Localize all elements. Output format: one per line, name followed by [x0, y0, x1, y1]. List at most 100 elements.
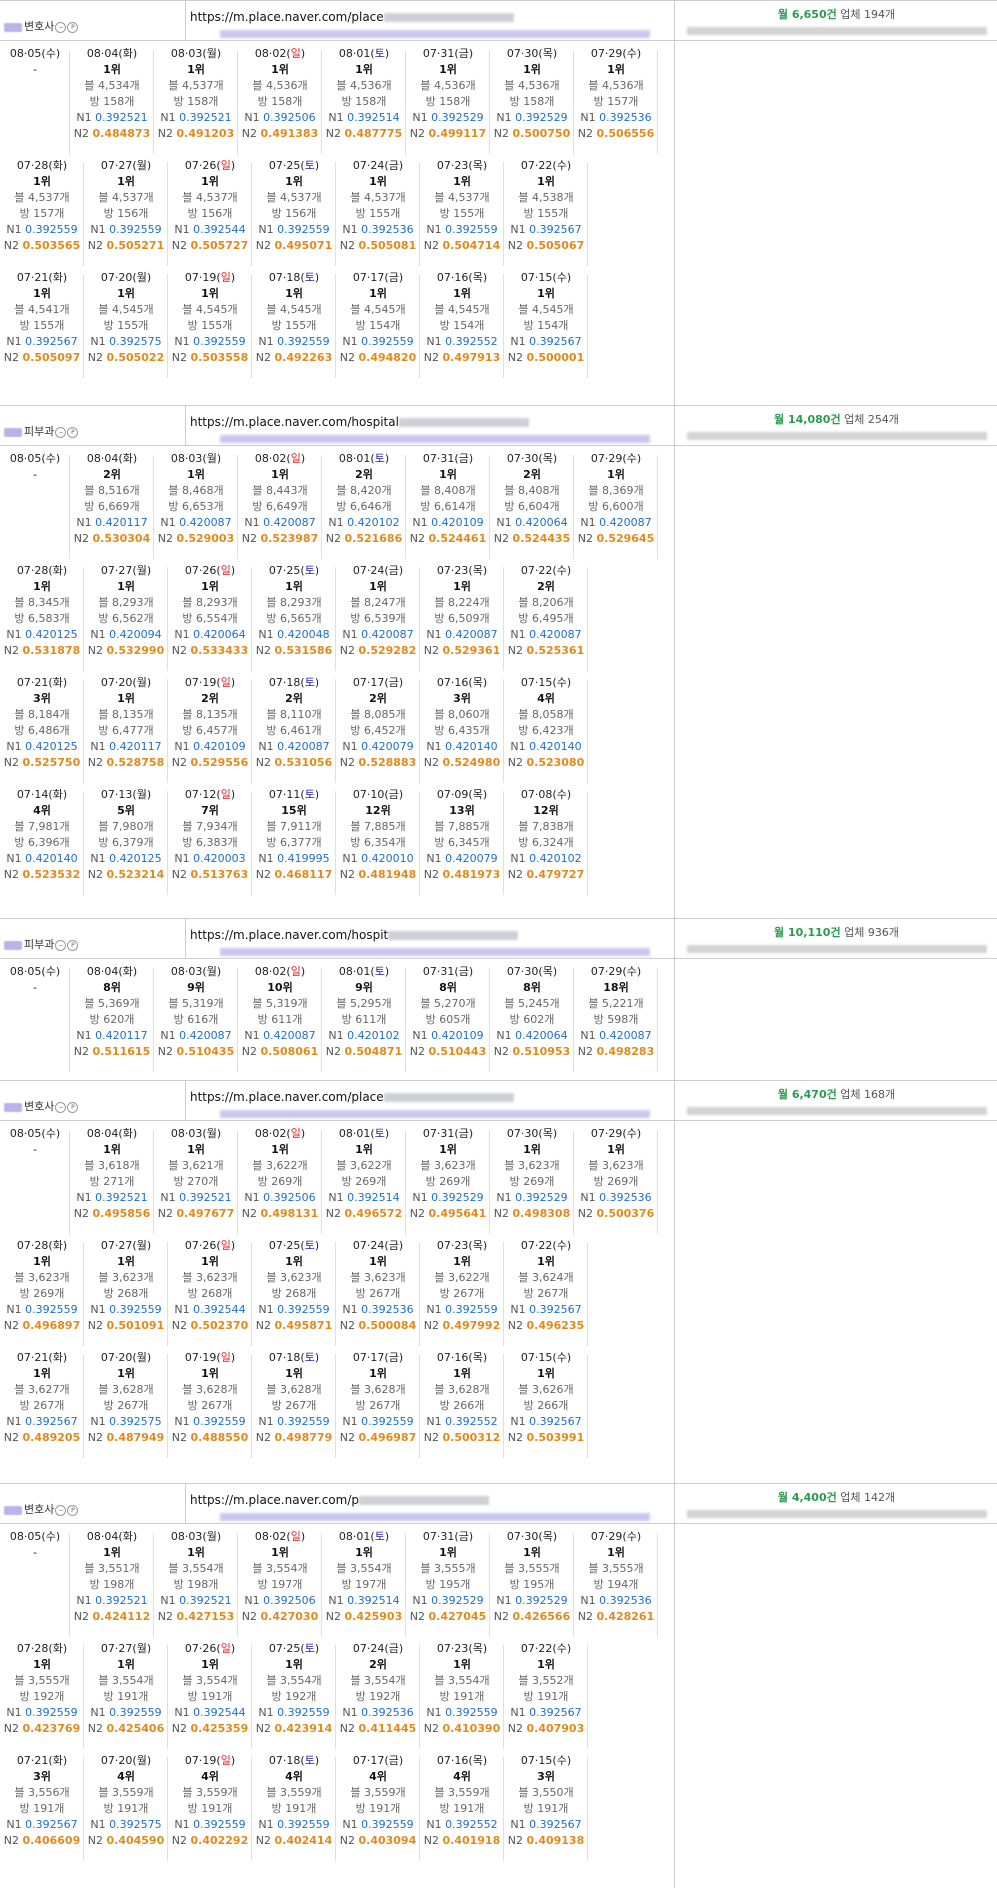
date-label: 08·05(수): [9, 452, 61, 465]
minus-icon[interactable]: −: [55, 1101, 67, 1113]
n1-value: 0.392529: [515, 111, 568, 124]
place-url-link[interactable]: https://m.place.naver.com/hospital: [190, 415, 529, 429]
n1-score: N1 0.420064: [496, 516, 568, 529]
cell-divider: [587, 274, 588, 378]
p-icon[interactable]: P: [67, 1504, 79, 1516]
blog-count: 블 3,559개: [434, 1786, 490, 1799]
weekday-text: 수: [556, 676, 567, 689]
place-url-link[interactable]: https://m.place.naver.com/p: [190, 1493, 489, 1507]
date-text: 07·28: [16, 159, 49, 172]
n1-value: 0.392575: [109, 1415, 162, 1428]
day-cell: 07·30(목) 8위 블 5,245개 방 602개 N1 0.420064 N2 0.…: [490, 964, 574, 1076]
n1-value: 0.420087: [599, 516, 652, 529]
date-label: 07·29(수): [590, 1530, 642, 1543]
visit-count: 방 6,396개: [14, 836, 70, 849]
blog-count: 블 8,184개: [14, 708, 70, 721]
date-text: 07·28: [16, 1642, 49, 1655]
n1-score: N1 0.420087: [244, 1029, 316, 1042]
n1-value: 0.420087: [361, 628, 414, 641]
n2-value: 0.491203: [176, 127, 235, 140]
weekday-text: 일: [220, 1754, 231, 1767]
n1-value: 0.392529: [515, 1191, 568, 1204]
weekday-text: 월: [136, 271, 147, 284]
n1-score: N1 0.420079: [426, 852, 498, 865]
date-label: 07·26(일): [184, 1239, 236, 1252]
p-icon[interactable]: P: [67, 426, 79, 438]
blurred-company-list: [686, 432, 987, 440]
blog-count: 블 3,621개: [168, 1159, 224, 1172]
minus-icon[interactable]: −: [55, 426, 67, 438]
rank-value: 1위: [285, 1367, 303, 1380]
n1-score: N1 0.392567: [510, 1303, 582, 1316]
n1-value: 0.392559: [193, 1818, 246, 1831]
n1-score: N1 0.420102: [510, 852, 582, 865]
day-cell: 07·29(수) 1위 블 3,555개 방 194개 N1 0.392536 N2 0.…: [574, 1529, 658, 1641]
n1-score: N1 0.392506: [244, 1191, 316, 1204]
minus-icon[interactable]: −: [55, 21, 67, 33]
date-text: 08·05: [9, 47, 42, 60]
n2-score: N2 0.531056: [255, 756, 333, 769]
n1-score: N1 0.392559: [6, 1303, 78, 1316]
n1-score: N1 0.392536: [580, 111, 652, 124]
blurred-company-list: [686, 945, 987, 953]
p-icon[interactable]: P: [67, 21, 79, 33]
rank-value: 1위: [453, 175, 471, 188]
blog-count: 블 3,623개: [350, 1271, 406, 1284]
minus-icon[interactable]: −: [55, 939, 67, 951]
day-cell: 07·24(금) 1위 블 3,623개 방 267개 N1 0.392536 N2 0.…: [336, 1238, 420, 1350]
visit-count: 방 269개: [341, 1175, 387, 1188]
n2-score: N2 0.504871: [325, 1045, 403, 1058]
day-cell: 07·21(화) 3위 블 8,184개 방 6,486개 N1 0.420125 N2 …: [0, 675, 84, 787]
search-volume: 월 6,650건 업체 194개: [676, 6, 997, 35]
date-label: 07·29(수): [590, 452, 642, 465]
n1-value: 0.420064: [515, 516, 568, 529]
n2-value: 0.468117: [274, 868, 333, 881]
p-icon[interactable]: P: [67, 939, 79, 951]
weekday-text: 월: [206, 1127, 217, 1140]
day-cell: 07·15(수) 3위 블 3,550개 방 191개 N1 0.392567 N2 0.…: [504, 1753, 588, 1865]
blog-count: 블 8,468개: [168, 484, 224, 497]
day-cell: 07·22(수) 2위 블 8,206개 방 6,495개 N1 0.420087 N2 …: [504, 563, 588, 675]
n1-score: N1 0.420125: [90, 852, 162, 865]
n1-score: N1 0.392514: [328, 1191, 400, 1204]
n2-value: 0.523532: [22, 868, 81, 881]
day-cell: 07·28(화) 1위 블 3,623개 방 269개 N1 0.392559 N2 0.…: [0, 1238, 84, 1350]
date-text: 07·24: [352, 1239, 385, 1252]
rank-value: 5위: [117, 804, 135, 817]
n2-score: N2 0.491203: [157, 127, 235, 140]
date-label: 07·24(금): [352, 564, 404, 577]
n2-score: N2 0.503991: [507, 1431, 585, 1444]
cell-divider: [657, 50, 658, 154]
blog-count: 블 8,206개: [518, 596, 574, 609]
rank-value: 9위: [355, 981, 373, 994]
weekday-text: 금: [388, 788, 399, 801]
n1-score: N1 0.392521: [76, 1594, 148, 1607]
weekday-text: 토: [374, 1530, 385, 1543]
blurred-url-part: [359, 1496, 489, 1505]
weekday-text: 일: [290, 452, 301, 465]
n2-value: 0.402292: [190, 1834, 249, 1847]
visit-count: 방 158개: [257, 95, 303, 108]
header-divider: [0, 445, 997, 446]
blog-count: 블 4,536개: [252, 79, 308, 92]
p-icon[interactable]: P: [67, 1101, 79, 1113]
rank-value: 15위: [281, 804, 307, 817]
date-text: 07·26: [184, 564, 217, 577]
n2-score: N2 0.500084: [339, 1319, 417, 1332]
blog-count: 블 7,885개: [350, 820, 406, 833]
visit-count: 방 155개: [19, 319, 65, 332]
place-url-link[interactable]: https://m.place.naver.com/place: [190, 10, 514, 24]
place-url-link[interactable]: https://m.place.naver.com/place: [190, 1090, 514, 1104]
date-label: 07·14(화): [16, 788, 68, 801]
date-text: 08·05: [9, 965, 42, 978]
visit-count: 방 6,383개: [182, 836, 238, 849]
date-label: 08·03(월): [170, 47, 222, 60]
weekday-text: 일: [290, 1530, 301, 1543]
n2-score: N2 0.495071: [255, 239, 333, 252]
minus-icon[interactable]: −: [55, 1504, 67, 1516]
day-cell: 07·13(월) 5위 블 7,980개 방 6,379개 N1 0.420125 N2 …: [84, 787, 168, 899]
day-cell: 07·19(일) 2위 블 8,135개 방 6,457개 N1 0.420109 N2 …: [168, 675, 252, 787]
weekday-text: 목: [472, 788, 483, 801]
date-label: 08·03(월): [170, 1530, 222, 1543]
place-url-link[interactable]: https://m.place.naver.com/hospit: [190, 928, 519, 942]
